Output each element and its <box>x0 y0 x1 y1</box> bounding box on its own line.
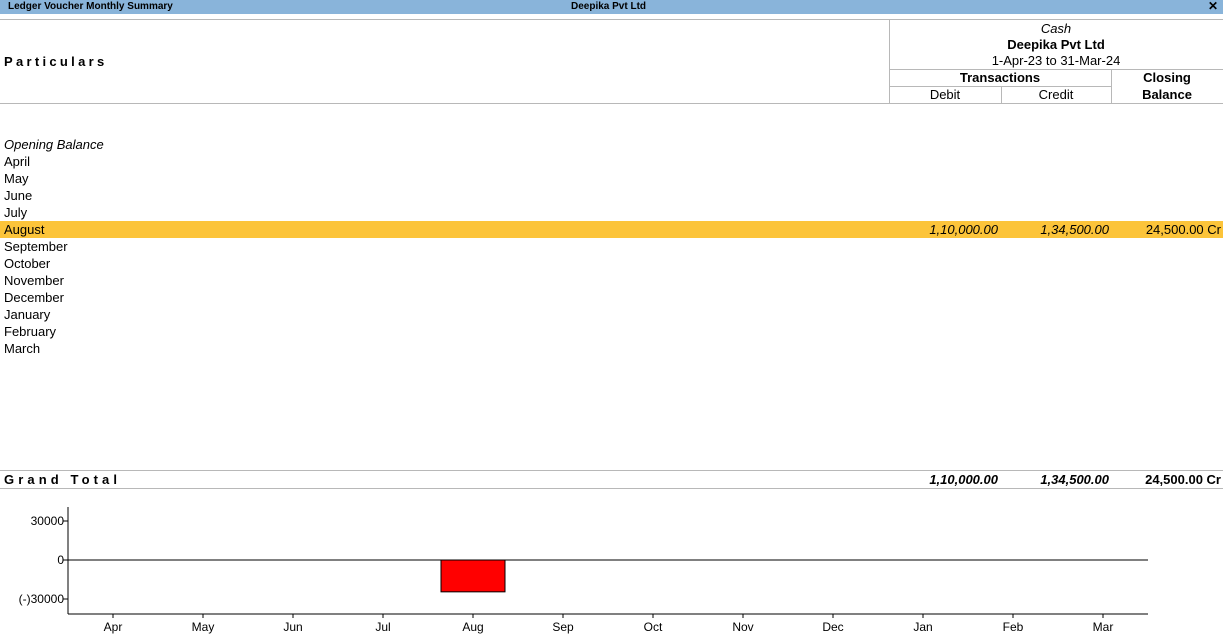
row-label: December <box>4 290 64 305</box>
row-label: August <box>4 222 45 237</box>
list-item[interactable]: May <box>0 170 1223 187</box>
grand-total-credit: 1,34,500.00 <box>1040 472 1109 487</box>
list-item[interactable]: July <box>0 204 1223 221</box>
total-bottom-rule <box>0 488 1223 489</box>
x-tick-label-oct: Oct <box>644 620 663 634</box>
x-tick-label-dec: Dec <box>822 620 843 634</box>
closing-header-line1: Closing <box>1143 70 1191 85</box>
row-label: September <box>4 239 68 254</box>
header-top-rule <box>0 19 1223 20</box>
debit-header: Debit <box>929 87 961 102</box>
row-label: November <box>4 273 64 288</box>
list-item-selected[interactable]: August 1,10,000.00 1,34,500.00 24,500.00… <box>0 221 1223 238</box>
row-label: February <box>4 324 57 339</box>
x-tick-label-aug: Aug <box>462 620 483 634</box>
list-item[interactable]: February <box>0 323 1223 340</box>
list-item[interactable]: October <box>0 255 1223 272</box>
x-tick-label-jul: Jul <box>375 620 390 634</box>
title-bar: Ledger Voucher Monthly Summary Deepika P… <box>0 0 1223 14</box>
grand-total-row: Grand Total 1,10,000.00 1,34,500.00 24,5… <box>0 471 1223 488</box>
header-bottom-rule <box>0 103 1223 104</box>
y-tick-label: 30000 <box>31 514 65 528</box>
row-label: January <box>4 307 51 322</box>
x-tick-label-jun: Jun <box>283 620 302 634</box>
close-icon[interactable]: ✕ <box>1208 0 1218 13</box>
list-item[interactable]: December <box>0 289 1223 306</box>
list-item[interactable]: Opening Balance <box>0 136 1223 153</box>
company-name: Deepika Pvt Ltd <box>1007 37 1105 52</box>
x-tick-label-jan: Jan <box>913 620 932 634</box>
row-label: June <box>4 188 33 203</box>
closing-header-line2: Balance <box>1142 87 1192 102</box>
list-item[interactable]: November <box>0 272 1223 289</box>
list-item[interactable]: April <box>0 153 1223 170</box>
x-tick-label-apr: Apr <box>104 620 123 634</box>
credit-header: Credit <box>1038 87 1074 102</box>
row-label: April <box>4 154 31 169</box>
window-company: Deepika Pvt Ltd <box>571 1 647 12</box>
list-item[interactable]: September <box>0 238 1223 255</box>
grand-total-label: Grand Total <box>4 472 122 487</box>
row-label: July <box>4 205 28 220</box>
row-label: March <box>4 341 41 356</box>
row-label: October <box>4 256 51 271</box>
row-closing: 24,500.00 Cr <box>1145 222 1221 237</box>
window-title: Ledger Voucher Monthly Summary <box>8 1 173 12</box>
list-item[interactable]: January <box>0 306 1223 323</box>
ledger-name: Cash <box>1040 21 1072 36</box>
y-tick-label: (-)30000 <box>19 592 65 606</box>
x-tick-label-nov: Nov <box>732 620 753 634</box>
transactions-header: Transactions <box>959 70 1041 85</box>
bar-aug <box>440 559 506 593</box>
grand-total-closing: 24,500.00 Cr <box>1145 472 1221 487</box>
x-tick-label-sep: Sep <box>552 620 574 634</box>
row-debit: 1,10,000.00 <box>929 222 998 237</box>
x-tick-label-may: May <box>192 620 215 634</box>
monthly-balance-chart: 30000 0 (-)30000 Apr May Jun Jul Aug Sep Oct Nov De… <box>19 507 1148 634</box>
period-range: 1-Apr-23 to 31-Mar-24 <box>991 53 1121 68</box>
row-credit: 1,34,500.00 <box>1040 222 1109 237</box>
row-label: May <box>4 171 29 186</box>
x-tick-label-mar: Mar <box>1093 620 1114 634</box>
grand-total-debit: 1,10,000.00 <box>929 472 998 487</box>
row-label: Opening Balance <box>4 137 104 152</box>
x-tick-label-feb: Feb <box>1003 620 1024 634</box>
particulars-header: Particulars <box>4 54 108 69</box>
list-item[interactable]: June <box>0 187 1223 204</box>
list-item[interactable]: March <box>0 340 1223 357</box>
y-tick-label: 0 <box>57 553 64 567</box>
